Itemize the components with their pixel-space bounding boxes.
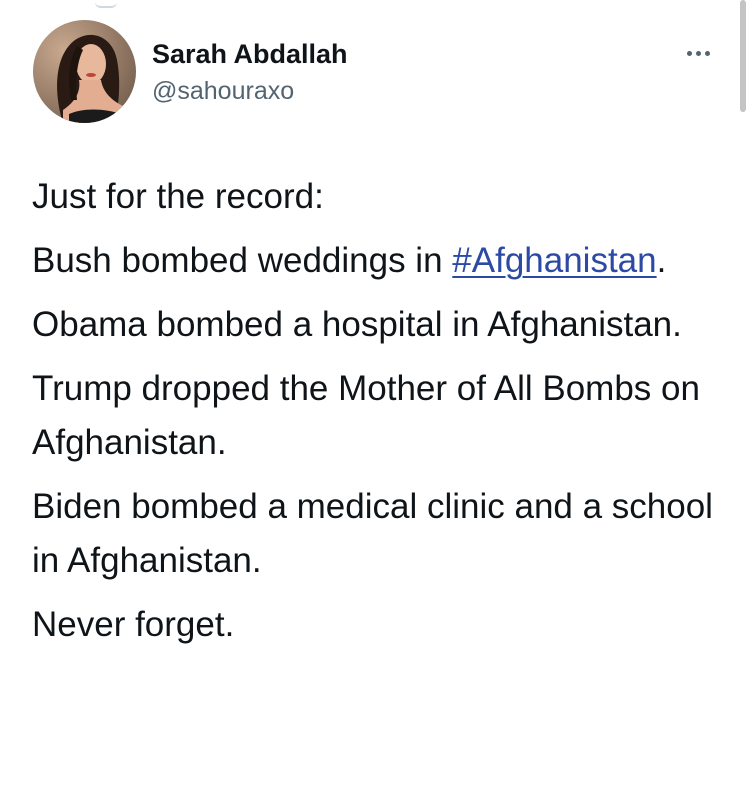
tweet-line: Biden bombed a medical clinic and a scho… — [32, 487, 713, 580]
more-options-button[interactable] — [678, 38, 718, 68]
tweet-text: Just for the record: Bush bombed wedding… — [32, 170, 722, 662]
more-dot-icon — [695, 50, 701, 56]
tweet-line-text: Bush bombed weddings in — [32, 241, 453, 280]
display-name[interactable]: Sarah Abdallah — [152, 37, 348, 71]
scrollbar[interactable] — [740, 0, 746, 112]
tweet-line-punctuation: . — [656, 241, 667, 280]
tweet-line: Bush bombed weddings in #Afghanistan. — [32, 234, 722, 288]
tweet-line: Just for the record: — [32, 177, 324, 216]
tweet-line: Never forget. — [32, 605, 235, 644]
previous-item-edge — [95, 0, 117, 8]
tweet-line: Obama bombed a hospital in Afghanistan. — [32, 305, 682, 344]
profile-photo-icon — [33, 20, 136, 123]
hashtag-link[interactable]: #Afghanistan — [452, 241, 656, 280]
tweet-line: Trump dropped the Mother of All Bombs on… — [32, 369, 700, 462]
more-dot-icon — [686, 50, 692, 56]
avatar[interactable] — [33, 20, 136, 123]
username-handle[interactable]: @sahouraxo — [152, 75, 294, 107]
more-dot-icon — [704, 50, 710, 56]
